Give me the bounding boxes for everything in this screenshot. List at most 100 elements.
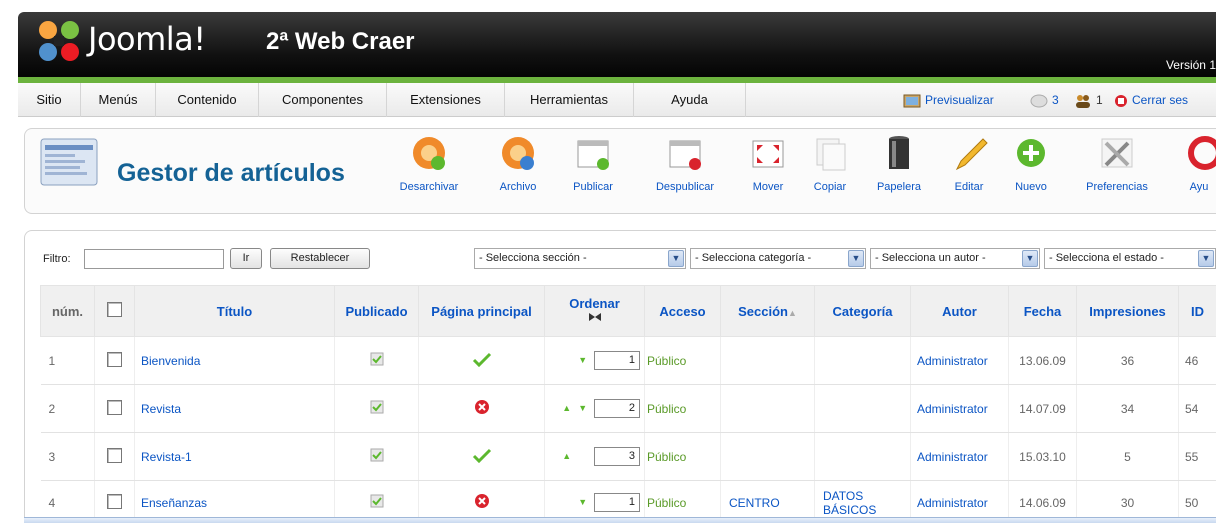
row-checkbox-cell[interactable] [94,336,135,385]
edit-button[interactable]: Editar [949,135,989,207]
published-icon[interactable] [369,493,385,509]
row-title[interactable]: Revista-1 [134,432,335,481]
menu-menus[interactable]: Menús [81,83,156,117]
frontpage-check-icon[interactable] [472,351,492,368]
archive-icon [502,137,534,170]
archive-button[interactable]: Archivo [493,135,543,207]
move-button[interactable]: Mover [743,135,793,207]
order-up-icon[interactable]: ▲ [559,403,575,413]
menu-ayuda[interactable]: Ayuda [634,83,746,117]
reset-button[interactable]: Restablecer [270,248,370,269]
menu-extensiones[interactable]: Extensiones [387,83,505,117]
unpublish-button[interactable]: Despublicar [645,135,725,207]
copy-button[interactable]: Copiar [807,135,853,207]
chevron-down-icon: ▼ [848,250,864,267]
row-access[interactable]: Público [644,432,721,481]
menu-componentes[interactable]: Componentes [259,83,387,117]
horizontal-scrollbar[interactable] [24,517,1216,523]
row-hits: 34 [1076,384,1179,433]
col-section[interactable]: Sección▲ [720,285,815,337]
save-order-icon[interactable] [588,311,602,323]
menu-sitio[interactable]: Sitio [18,83,81,117]
row-title[interactable]: Revista [134,384,335,433]
unarchive-icon [413,137,445,170]
go-button[interactable]: Ir [230,248,262,269]
messages-count[interactable]: 3 [1030,83,1059,117]
frontpage-no-icon[interactable] [474,493,490,509]
new-plus-icon [1017,139,1045,167]
row-category[interactable] [814,384,911,433]
published-icon[interactable] [369,399,385,415]
trash-icon [889,136,909,169]
order-down-icon[interactable]: ▼ [575,403,591,413]
order-up-icon[interactable]: ▲ [559,451,575,461]
published-icon[interactable] [369,351,385,367]
row-published[interactable] [334,384,419,433]
row-published[interactable] [334,432,419,481]
frontpage-no-icon[interactable] [474,399,490,415]
row-checkbox[interactable] [107,351,122,367]
preferences-button[interactable]: Preferencias [1075,135,1159,207]
select-all-checkbox[interactable] [107,302,122,317]
menu-contenido[interactable]: Contenido [156,83,259,117]
publish-button[interactable]: Publicar [565,135,621,207]
col-select-all[interactable] [94,285,135,337]
row-order[interactable]: ▲ ▼ 2 [544,384,645,433]
row-checkbox[interactable] [107,493,122,509]
col-title[interactable]: Título [134,285,335,337]
row-order[interactable]: ▼ 1 [544,336,645,385]
trash-button[interactable]: Papelera [871,135,927,207]
row-category[interactable] [814,432,911,481]
row-checkbox[interactable] [107,447,122,463]
row-section[interactable] [720,336,815,385]
row-checkbox-cell[interactable] [94,384,135,433]
row-frontpage[interactable] [418,336,545,385]
row-frontpage[interactable] [418,384,545,433]
row-section[interactable] [720,384,815,433]
order-input[interactable]: 1 [594,351,640,370]
row-author[interactable]: Administrator [910,384,1009,433]
row-section[interactable] [720,432,815,481]
row-checkbox-cell[interactable] [94,432,135,481]
users-online-count[interactable]: 1 [1074,83,1103,117]
col-date[interactable]: Fecha [1008,285,1077,337]
unarchive-button[interactable]: Desarchivar [397,135,461,207]
col-category[interactable]: Categoría [814,285,911,337]
order-down-icon[interactable]: ▼ [575,497,591,507]
order-input[interactable]: 2 [594,399,640,418]
row-title[interactable]: Bienvenida [134,336,335,385]
state-select[interactable]: - Selecciona el estado - ▼ [1044,248,1216,269]
col-id[interactable]: ID [1178,285,1216,337]
order-input[interactable]: 3 [594,447,640,466]
col-frontpage[interactable]: Página principal [418,285,545,337]
row-published[interactable] [334,336,419,385]
row-id: 54 [1178,384,1216,433]
order-input[interactable]: 1 [594,493,640,512]
published-icon[interactable] [369,447,385,463]
col-hits[interactable]: Impresiones [1076,285,1179,337]
row-order[interactable]: ▲ 3 [544,432,645,481]
new-button[interactable]: Nuevo [1009,135,1053,207]
col-published[interactable]: Publicado [334,285,419,337]
author-select[interactable]: - Selecciona un autor - ▼ [870,248,1040,269]
preview-link[interactable]: Previsualizar [903,83,994,117]
order-down-icon[interactable]: ▼ [575,355,591,365]
table-row: 1 Bienvenida ▼ 1 Público Administrator 13.06.… [40,336,1216,385]
frontpage-check-icon[interactable] [472,447,492,464]
col-order[interactable]: Ordenar [544,285,645,337]
row-frontpage[interactable] [418,432,545,481]
filter-input[interactable] [84,249,224,269]
help-button[interactable]: Ayu [1181,135,1216,207]
row-author[interactable]: Administrator [910,432,1009,481]
row-category[interactable] [814,336,911,385]
col-author[interactable]: Autor [910,285,1009,337]
menu-herramientas[interactable]: Herramientas [505,83,634,117]
logout-link[interactable]: Cerrar ses [1114,83,1188,117]
row-author[interactable]: Administrator [910,336,1009,385]
row-access[interactable]: Público [644,384,721,433]
section-select[interactable]: - Selecciona sección - ▼ [474,248,686,269]
row-access[interactable]: Público [644,336,721,385]
category-select[interactable]: - Selecciona categoría - ▼ [690,248,866,269]
col-access[interactable]: Acceso [644,285,721,337]
row-checkbox[interactable] [107,399,122,415]
